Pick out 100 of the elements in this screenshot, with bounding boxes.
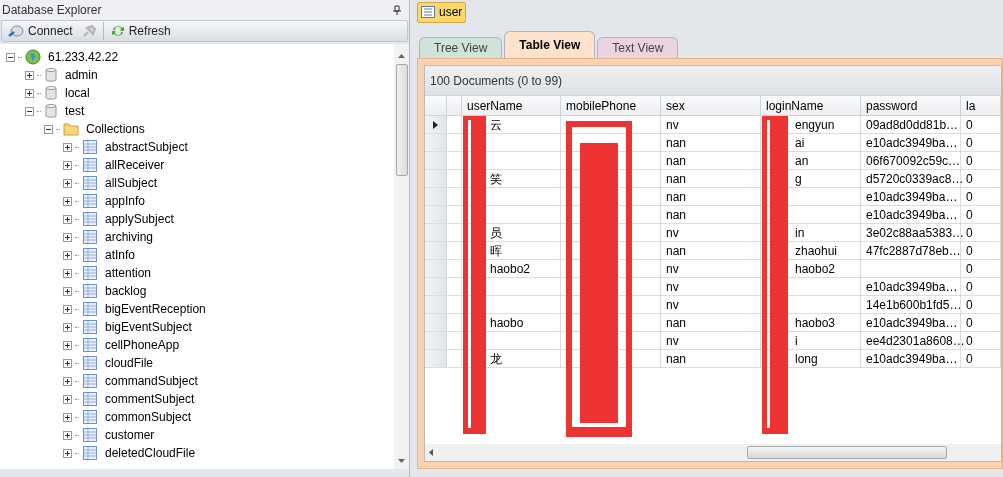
expand-toggle[interactable]	[25, 70, 34, 80]
expand-toggle[interactable]	[63, 142, 72, 152]
column-header[interactable]: loginName	[761, 96, 861, 115]
table-icon	[82, 139, 98, 155]
connect-button[interactable]: Connect	[8, 22, 73, 40]
table-icon	[82, 409, 98, 425]
table-cell-text: nan	[666, 134, 687, 152]
scroll-up-icon[interactable]	[398, 54, 405, 58]
tree-item-label[interactable]: applySubject	[105, 210, 174, 228]
expand-toggle[interactable]	[63, 340, 72, 350]
expand-toggle[interactable]	[63, 358, 72, 368]
table-icon	[82, 157, 98, 173]
expand-toggle[interactable]	[63, 214, 72, 224]
table-cell-text: i	[795, 332, 798, 350]
horizontal-scrollbar[interactable]	[425, 444, 1001, 461]
table-icon	[82, 193, 98, 209]
expand-toggle[interactable]	[63, 232, 72, 242]
tree-item-label[interactable]: admin	[65, 66, 98, 84]
tree-item-label[interactable]: cellPhoneApp	[105, 336, 180, 354]
scroll-down-icon[interactable]	[398, 459, 405, 463]
table-cell-text: 0	[966, 170, 973, 188]
table-icon	[82, 391, 98, 407]
row-header[interactable]	[425, 116, 447, 133]
expand-toggle[interactable]	[63, 412, 72, 422]
view-tab[interactable]: Table View	[504, 31, 596, 58]
refresh-icon	[109, 24, 126, 38]
expand-toggle[interactable]	[25, 88, 34, 98]
table-cell-text: 06f670092c59c…	[866, 152, 961, 170]
table-cell-text: 0	[966, 116, 973, 134]
table-cell-text: d5720c0339ac8…	[866, 170, 964, 188]
expand-toggle[interactable]	[63, 448, 72, 458]
current-row-icon	[433, 120, 438, 129]
tree-item-label[interactable]: allSubject	[105, 174, 158, 192]
view-tab[interactable]: Tree View	[419, 37, 503, 58]
expand-toggle[interactable]	[63, 322, 72, 332]
table-cell-text: nan	[666, 314, 687, 332]
tree-item-label[interactable]: local	[65, 84, 90, 102]
connect-icon	[8, 24, 24, 38]
tree-item-label[interactable]: bigEventSubject	[105, 318, 192, 336]
table-cell-text: nan	[666, 170, 687, 188]
tree-item-label[interactable]: deletedCloudFile	[105, 444, 196, 462]
tree-item-label[interactable]: test	[65, 102, 85, 120]
tree-item-label[interactable]: customer	[105, 426, 155, 444]
expand-toggle[interactable]	[63, 286, 72, 296]
tree-item-label[interactable]: allReceiver	[105, 156, 165, 174]
tree-item-label[interactable]: appInfo	[105, 192, 146, 210]
table-cell-text: nv	[666, 116, 679, 134]
expand-toggle[interactable]	[63, 430, 72, 440]
table-cell-text: 0	[966, 278, 973, 296]
table-cell-text: 0	[966, 314, 973, 332]
pin-icon[interactable]	[393, 5, 401, 15]
tree-item-label[interactable]: commentSubject	[105, 390, 195, 408]
expand-toggle[interactable]	[63, 160, 72, 170]
table-cell-text: 47fc2887d78eb…	[866, 242, 961, 260]
column-header[interactable]: mobilePhone	[561, 96, 661, 115]
tree-item-label[interactable]: archiving	[105, 228, 154, 246]
scrollbar-thumb[interactable]	[395, 64, 408, 176]
table-cell-text: 云	[490, 116, 502, 134]
tree-item-label[interactable]: Collections	[86, 120, 145, 138]
tree-item-label[interactable]: cloudFile	[105, 354, 154, 372]
expand-toggle[interactable]	[63, 178, 72, 188]
column-header[interactable]: la	[961, 96, 1001, 115]
column-header[interactable]: userName	[462, 96, 561, 115]
vertical-scrollbar[interactable]	[394, 44, 409, 469]
tree-item-label[interactable]: attention	[105, 264, 152, 282]
table-cell-text: in	[795, 224, 805, 242]
column-header[interactable]: sex	[661, 96, 761, 115]
refresh-button[interactable]: Refresh	[109, 22, 171, 40]
expand-toggle[interactable]	[63, 394, 72, 404]
scroll-left-icon[interactable]	[429, 449, 433, 456]
expand-toggle[interactable]	[63, 268, 72, 278]
view-tab[interactable]: Text View	[597, 37, 679, 58]
expand-toggle[interactable]	[63, 376, 72, 386]
tree-item-label[interactable]: backlog	[105, 282, 147, 300]
table-icon	[82, 301, 98, 317]
tree-item-label[interactable]: commandSubject	[105, 372, 198, 390]
tree-item-label[interactable]: bigEventReception	[105, 300, 206, 318]
column-header[interactable]: password	[861, 96, 961, 115]
table-icon	[421, 6, 435, 18]
tree-item-label[interactable]: abstractSubject	[105, 138, 188, 156]
table-cell-text: nan	[666, 188, 687, 206]
scrollbar-thumb[interactable]	[747, 446, 947, 459]
table-icon	[82, 337, 98, 353]
table-icon	[82, 319, 98, 335]
collapse-toggle[interactable]	[25, 106, 34, 116]
tree-item-label[interactable]: commonSubject	[105, 408, 192, 426]
collapse-toggle[interactable]	[6, 52, 15, 62]
table-icon	[82, 355, 98, 371]
tree-item-label[interactable]: 61.233.42.22	[48, 48, 119, 66]
expand-toggle[interactable]	[63, 304, 72, 314]
expand-toggle[interactable]	[63, 250, 72, 260]
document-tab[interactable]: user	[417, 1, 467, 23]
table-cell-text: 龙	[490, 350, 502, 368]
database-icon	[44, 67, 58, 83]
expand-toggle[interactable]	[63, 196, 72, 206]
table-cell-text: 员	[490, 224, 502, 242]
table-cell-text: 0	[966, 188, 973, 206]
collapse-toggle[interactable]	[44, 124, 53, 134]
tree-item-label[interactable]: atInfo	[105, 246, 136, 264]
table-cell-text: ai	[795, 134, 805, 152]
